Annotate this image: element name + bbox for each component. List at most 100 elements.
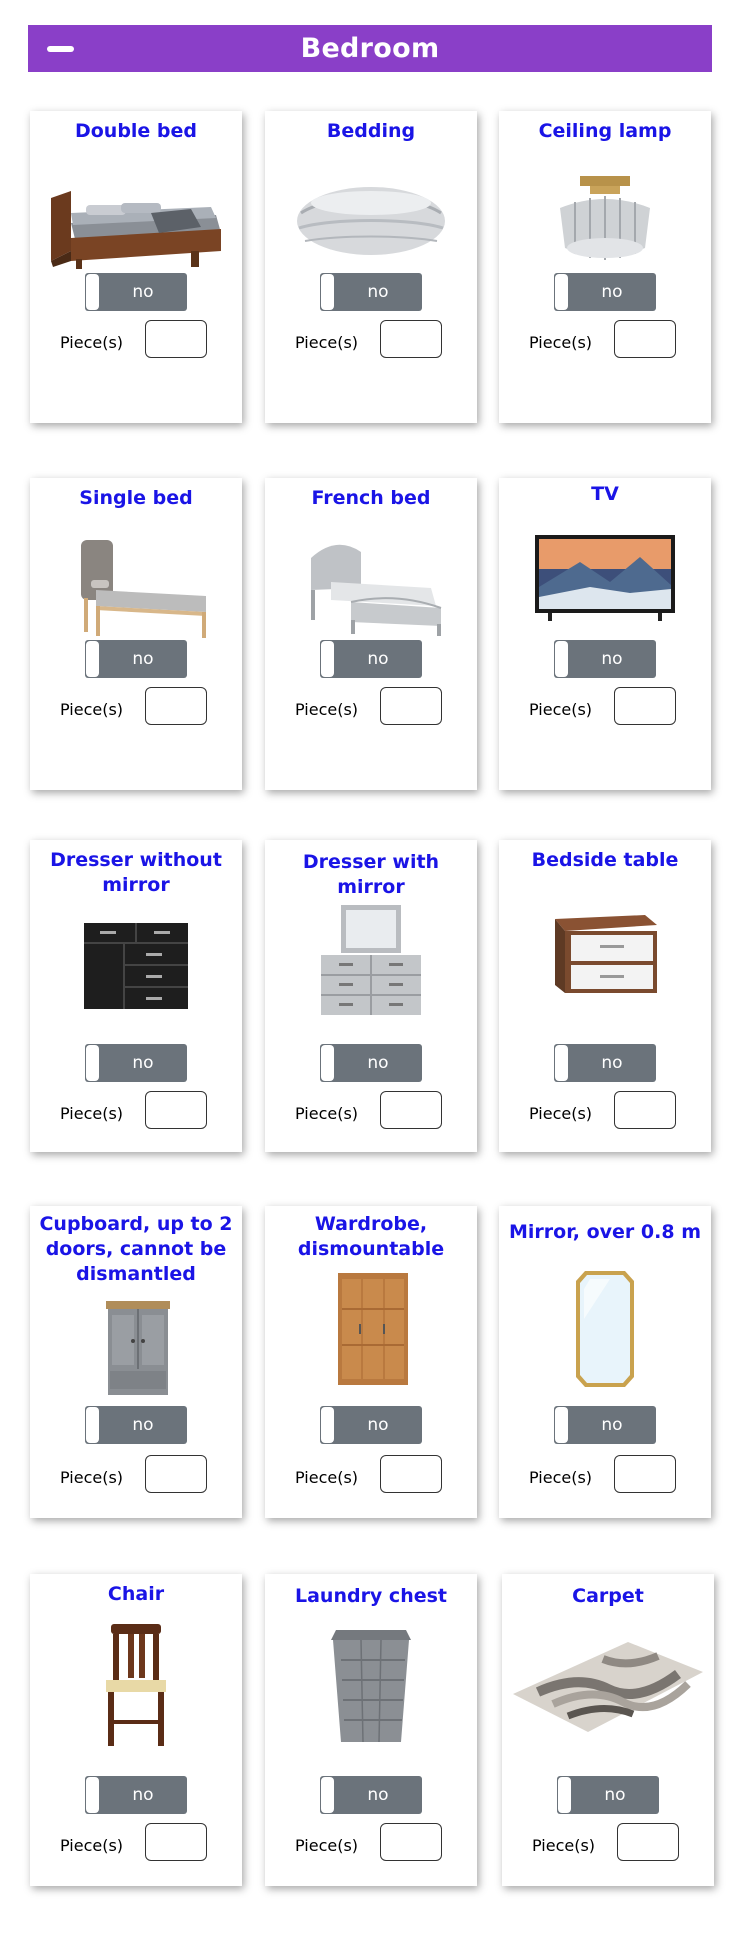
pieces-label: Piece(s) (60, 700, 124, 719)
ceiling-lamp-image (505, 159, 705, 277)
pieces-label: Piece(s) (529, 333, 593, 352)
section-header[interactable]: Bedroom (28, 25, 712, 72)
item-title: Bedside table (531, 849, 679, 871)
toggle-knob (321, 274, 334, 310)
toggle-knob (321, 1045, 334, 1081)
item-title: Laundry chest (294, 1585, 448, 1607)
toggle-knob (86, 641, 99, 677)
toggle-label: no (367, 282, 389, 302)
pieces-label: Piece(s) (60, 1836, 124, 1855)
tv-image (505, 518, 705, 636)
laundry-chest-image (271, 1628, 471, 1746)
include-toggle[interactable]: no (557, 1776, 659, 1814)
item-card-cupboard: Cupboard, up to 2 doors, cannot be disma… (30, 1206, 242, 1518)
item-card-single-bed: Single bed no Piece(s) (30, 478, 242, 790)
pieces-label: Piece(s) (295, 1468, 359, 1487)
pieces-input[interactable] (145, 687, 207, 725)
item-title: Dresser with mirror (302, 851, 440, 898)
pieces-input[interactable] (145, 1823, 207, 1861)
bedding-image (271, 159, 471, 277)
toggle-label: no (601, 649, 623, 669)
bedside-table-image (505, 896, 705, 1014)
item-card-double-bed: Double bed no Piece(s) (30, 111, 242, 423)
item-card-french-bed: French bed no Piece(s) (265, 478, 477, 790)
include-toggle[interactable]: no (85, 273, 187, 311)
pieces-label: Piece(s) (529, 1104, 593, 1123)
toggle-label: no (367, 1415, 389, 1435)
pieces-label: Piece(s) (295, 1836, 359, 1855)
pieces-input[interactable] (145, 320, 207, 358)
toggle-label: no (132, 649, 154, 669)
item-title: Chair (107, 1583, 165, 1605)
pieces-label: Piece(s) (529, 700, 593, 719)
toggle-knob (555, 1407, 568, 1443)
single-bed-image (36, 526, 236, 644)
minus-icon[interactable] (47, 46, 74, 52)
item-title: French bed (311, 487, 431, 509)
item-card-ceiling-lamp: Ceiling lamp no Piece(s) (499, 111, 711, 423)
item-title: Wardrobe, dismountable (297, 1213, 445, 1260)
pieces-input[interactable] (380, 1823, 442, 1861)
toggle-label: no (367, 1785, 389, 1805)
cupboard-image (36, 1290, 236, 1408)
pieces-input[interactable] (380, 687, 442, 725)
pieces-label: Piece(s) (60, 333, 124, 352)
item-card-bedside-table: Bedside table no Piece(s) (499, 840, 711, 1152)
pieces-input[interactable] (614, 1091, 676, 1129)
include-toggle[interactable]: no (320, 1776, 422, 1814)
include-toggle[interactable]: no (320, 640, 422, 678)
dresser-image (36, 904, 236, 1022)
include-toggle[interactable]: no (554, 273, 656, 311)
carpet-image (508, 1630, 708, 1748)
toggle-knob (86, 1045, 99, 1081)
toggle-knob (321, 641, 334, 677)
pieces-input[interactable] (145, 1455, 207, 1493)
include-toggle[interactable]: no (320, 273, 422, 311)
toggle-label: no (132, 282, 154, 302)
include-toggle[interactable]: no (85, 640, 187, 678)
pieces-input[interactable] (380, 1091, 442, 1129)
toggle-label: no (367, 1053, 389, 1073)
section-title: Bedroom (300, 33, 440, 64)
dresser-mirror-image (271, 904, 471, 1022)
pieces-input[interactable] (380, 1455, 442, 1493)
toggle-label: no (132, 1415, 154, 1435)
item-title: Cupboard, up to 2 doors, cannot be disma… (39, 1213, 233, 1285)
pieces-label: Piece(s) (295, 333, 359, 352)
item-card-mirror: Mirror, over 0.8 m no Piece(s) (499, 1206, 711, 1518)
include-toggle[interactable]: no (554, 1044, 656, 1082)
pieces-input[interactable] (614, 320, 676, 358)
item-card-chair: Chair no Piece(s) (30, 1574, 242, 1886)
pieces-input[interactable] (617, 1823, 679, 1861)
include-toggle[interactable]: no (320, 1044, 422, 1082)
toggle-label: no (132, 1785, 154, 1805)
include-toggle[interactable]: no (554, 640, 656, 678)
include-toggle[interactable]: no (85, 1044, 187, 1082)
item-card-dresser-with-mirror: Dresser with mirror no Piece(s) (265, 840, 477, 1152)
chair-image (36, 1624, 236, 1746)
toggle-label: no (601, 282, 623, 302)
toggle-knob (86, 1777, 99, 1813)
item-title: Ceiling lamp (538, 120, 672, 142)
item-card-carpet: Carpet no Piece(s) (502, 1574, 714, 1886)
include-toggle[interactable]: no (320, 1406, 422, 1444)
include-toggle[interactable]: no (85, 1776, 187, 1814)
pieces-input[interactable] (614, 1455, 676, 1493)
toggle-knob (321, 1777, 334, 1813)
item-title: Dresser without mirror (50, 849, 222, 896)
include-toggle[interactable]: no (554, 1406, 656, 1444)
toggle-knob (555, 641, 568, 677)
pieces-label: Piece(s) (295, 700, 359, 719)
item-title: Double bed (74, 120, 198, 142)
item-title: Mirror, over 0.8 m (508, 1221, 701, 1243)
pieces-label: Piece(s) (60, 1104, 124, 1123)
pieces-input[interactable] (145, 1091, 207, 1129)
item-card-dresser-without-mirror: Dresser without mirror no Piece(s) (30, 840, 242, 1152)
pieces-input[interactable] (380, 320, 442, 358)
item-card-laundry-chest: Laundry chest no Piece(s) (265, 1574, 477, 1886)
include-toggle[interactable]: no (85, 1406, 187, 1444)
pieces-input[interactable] (614, 687, 676, 725)
item-card-wardrobe: Wardrobe, dismountable no Piece(s) (265, 1206, 477, 1518)
toggle-knob (86, 274, 99, 310)
pieces-label: Piece(s) (295, 1104, 359, 1123)
